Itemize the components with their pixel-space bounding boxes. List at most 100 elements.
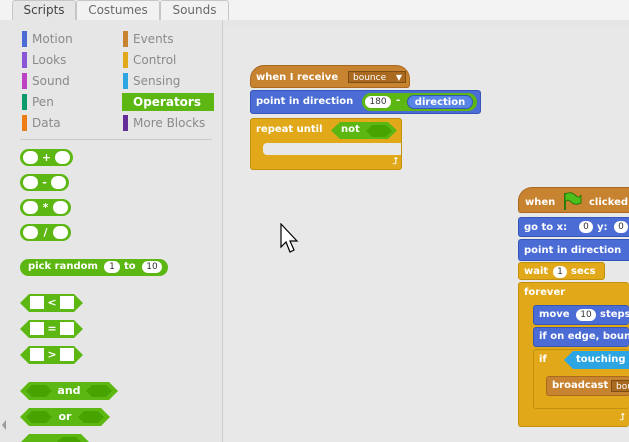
or-block[interactable]: or (20, 408, 110, 426)
multiply-block[interactable]: * (20, 199, 71, 216)
equals-block[interactable]: = (20, 320, 83, 338)
loop-arrow-icon: ⮥ (392, 156, 398, 167)
less-than-block[interactable]: < (20, 294, 83, 312)
block-label: touching (576, 354, 626, 365)
operator-symbol: = (47, 322, 57, 335)
category-color-bar (22, 52, 27, 68)
block-label: y: (597, 222, 608, 233)
mouse-cursor-icon (280, 223, 299, 253)
category-label: Data (32, 116, 61, 130)
operand-slot (51, 176, 66, 189)
and-block[interactable]: and (20, 382, 118, 400)
category-data[interactable]: Data (21, 114, 116, 132)
divide-block[interactable]: / (20, 224, 71, 241)
category-control[interactable]: Control (122, 51, 214, 69)
loop-arrow-icon: ⮥ (619, 412, 625, 423)
operand-slot (53, 226, 68, 239)
number-input[interactable]: 1 (553, 266, 567, 278)
operand-slot (23, 226, 38, 239)
pick-random-block[interactable]: pick random 1 to 10 (20, 259, 168, 276)
block-label: steps (600, 309, 629, 320)
operand-slot (60, 296, 74, 309)
chevron-down-icon: ▼ (395, 73, 402, 82)
boolean-slot (26, 411, 52, 423)
go-to-xy-block[interactable]: go to x: 0 y: 0 (518, 217, 629, 237)
block-label: wait (524, 266, 549, 277)
category-more-blocks[interactable]: More Blocks (122, 114, 214, 132)
operand-slot (53, 201, 68, 214)
when-flag-clicked-hat[interactable]: when clicked (518, 187, 629, 213)
category-label: Pen (32, 95, 54, 109)
point-in-direction-block[interactable]: point in direction (518, 239, 629, 261)
direction-reporter[interactable]: direction (407, 95, 473, 109)
number-input[interactable]: 1 (104, 261, 120, 273)
green-flag-icon (564, 192, 582, 210)
block-label: secs (571, 266, 596, 277)
operand-slot (23, 176, 38, 189)
category-label: Looks (32, 53, 67, 67)
category-sensing[interactable]: Sensing (122, 72, 214, 90)
move-steps-block[interactable]: move 10 steps (533, 305, 629, 325)
block-label: pick random (28, 261, 98, 272)
category-label: More Blocks (133, 116, 206, 130)
operand-slot (23, 201, 38, 214)
message-dropdown[interactable]: bounce (611, 380, 629, 392)
number-input[interactable]: 10 (142, 261, 162, 273)
add-block[interactable]: + (20, 149, 73, 166)
subtract-reporter[interactable]: 180 - direction (362, 93, 477, 111)
x-input[interactable]: 0 (579, 221, 593, 233)
boolean-slot (86, 385, 112, 397)
block-label: repeat until (256, 124, 323, 135)
category-looks[interactable]: Looks (21, 51, 116, 69)
category-operators[interactable]: Operators (122, 93, 214, 111)
operator-symbol: * (42, 201, 49, 214)
y-input[interactable]: 0 (614, 221, 628, 233)
operator-symbol: + (41, 151, 52, 164)
category-sound[interactable]: Sound (21, 72, 116, 90)
boolean-slot (366, 125, 392, 137)
category-events[interactable]: Events (122, 30, 214, 48)
point-in-direction-block[interactable]: point in direction 180 - direction (250, 90, 481, 114)
message-dropdown[interactable]: bounce ▼ (348, 71, 406, 83)
number-input[interactable]: 180 (365, 96, 391, 108)
repeat-until-block[interactable]: repeat until not ⮥ (250, 118, 402, 170)
category-label: Operators (133, 95, 201, 109)
category-color-bar (123, 115, 128, 131)
tab-bar: Scripts Costumes Sounds (0, 0, 629, 21)
block-label: not (341, 124, 360, 135)
tab-costumes[interactable]: Costumes (76, 0, 160, 20)
subtract-block[interactable]: - (20, 174, 69, 191)
block-label: move (539, 309, 570, 320)
tab-scripts[interactable]: Scripts (12, 0, 76, 21)
when-i-receive-hat[interactable]: when I receive bounce ▼ (250, 65, 410, 88)
block-label: go to x: (524, 222, 568, 233)
number-input[interactable]: 10 (576, 309, 596, 321)
category-pen[interactable]: Pen (21, 93, 116, 111)
operator-symbol: - (42, 176, 47, 189)
block-label: broadcast (552, 380, 609, 391)
greater-than-block[interactable]: > (20, 346, 83, 364)
category-label: Motion (32, 32, 73, 46)
boolean-slot (26, 385, 52, 397)
block-label: point in direction (524, 245, 622, 256)
category-motion[interactable]: Motion (21, 30, 116, 48)
if-on-edge-bounce-block[interactable]: if on edge, bounce (533, 327, 629, 347)
category-color-bar (22, 73, 27, 89)
tab-sounds[interactable]: Sounds (160, 0, 229, 20)
if-block[interactable]: if touching broadcast bounce (533, 349, 629, 409)
wait-secs-block[interactable]: wait 1 secs (518, 262, 605, 280)
category-label: Sound (32, 74, 70, 88)
broadcast-block[interactable]: broadcast bounce (546, 376, 629, 396)
scroll-left-arrow-icon[interactable] (0, 417, 8, 433)
block-label: point in direction (256, 96, 354, 107)
block-label: forever (524, 287, 566, 298)
operator-label: or (58, 410, 72, 423)
not-block[interactable]: not (331, 122, 397, 139)
operator-symbol: - (396, 95, 401, 106)
category-color-bar (22, 31, 27, 47)
boolean-slot (56, 437, 82, 442)
category-label: Sensing (133, 74, 181, 88)
operator-symbol: / (43, 226, 48, 239)
not-block-partial[interactable] (20, 434, 90, 442)
touching-block[interactable]: touching (564, 351, 629, 369)
